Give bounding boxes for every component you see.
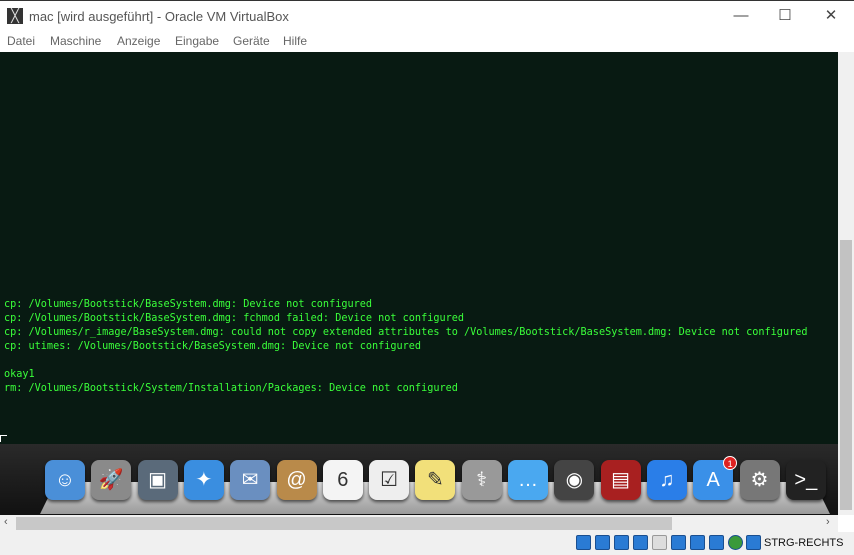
dock-reminders-icon[interactable]: ☑: [369, 460, 410, 500]
dock-facetime-icon[interactable]: ◉: [554, 460, 595, 500]
menu-maschine[interactable]: Maschine: [50, 34, 101, 48]
display-icon[interactable]: [671, 535, 686, 550]
maximize-button[interactable]: ☐: [770, 5, 800, 27]
status-bar: STRG-RECHTS: [0, 532, 854, 555]
menu-bar: Datei Maschine Anzeige Eingabe Geräte Hi…: [0, 32, 854, 52]
menu-eingabe[interactable]: Eingabe: [175, 34, 219, 48]
dock-app-store-icon[interactable]: A1: [693, 456, 738, 500]
terminal-line: rm: /Volumes/Bootstick/System/Installati…: [4, 383, 458, 394]
dock-calendar-icon[interactable]: 6: [322, 460, 363, 500]
shared-folder-icon[interactable]: [652, 535, 667, 550]
usb-icon[interactable]: [633, 535, 648, 550]
terminal-output: cp: /Volumes/Bootstick/BaseSystem.dmg: D…: [4, 298, 807, 396]
dock-mail-icon[interactable]: ✉: [230, 460, 271, 500]
host-key-label: STRG-RECHTS: [764, 537, 844, 549]
terminal-line: cp: /Volumes/Bootstick/BaseSystem.dmg: f…: [4, 313, 465, 324]
dock-launchpad-icon[interactable]: 🚀: [91, 460, 132, 500]
dock-contacts-icon[interactable]: @: [276, 460, 317, 500]
audio-icon[interactable]: [595, 535, 610, 550]
terminal-line: cp: /Volumes/Bootstick/BaseSystem.dmg: D…: [4, 299, 373, 310]
hard-disk-icon[interactable]: [576, 535, 591, 550]
terminal-line: okay1: [4, 369, 35, 380]
dock-disk-utility-icon[interactable]: ⚕: [461, 460, 502, 500]
dock-finder-icon[interactable]: ☺: [45, 460, 85, 500]
vertical-scroll-thumb[interactable]: [840, 240, 852, 510]
scroll-right-icon[interactable]: ›: [826, 516, 830, 528]
horizontal-scroll-thumb[interactable]: [16, 517, 672, 530]
menu-datei[interactable]: Datei: [7, 34, 35, 48]
network-icon[interactable]: [614, 535, 629, 550]
keyboard-capture-icon[interactable]: [746, 535, 761, 550]
mouse-cursor-icon: [0, 435, 7, 442]
terminal-line: cp: utimes: /Volumes/Bootstick/BaseSyste…: [4, 341, 422, 352]
terminal-line: cp: /Volumes/r_image/BaseSystem.dmg: cou…: [4, 327, 808, 338]
dock-terminal-icon[interactable]: >_: [785, 460, 826, 500]
dock-itunes-icon[interactable]: ♫: [646, 460, 687, 500]
virtualbox-app-icon: ╳: [7, 8, 23, 24]
dock-messages-icon[interactable]: …: [508, 460, 548, 500]
terminal-line: ​: [4, 354, 807, 368]
video-capture-icon[interactable]: [690, 535, 705, 550]
title-bar: ╳ mac [wird ausgeführt] - Oracle VM Virt…: [0, 0, 854, 32]
minimize-button[interactable]: —: [726, 5, 756, 27]
cpu-icon[interactable]: [709, 535, 724, 550]
close-button[interactable]: ✕: [816, 5, 846, 27]
horizontal-scrollbar[interactable]: ‹ ›: [0, 515, 838, 532]
dock-system-preferences-icon[interactable]: ⚙: [739, 460, 780, 500]
menu-anzeige[interactable]: Anzeige: [117, 34, 160, 48]
mouse-integration-icon[interactable]: [728, 535, 743, 550]
menu-geraete[interactable]: Geräte: [233, 34, 270, 48]
scroll-left-icon[interactable]: ‹: [4, 516, 8, 528]
window-title: mac [wird ausgeführt] - Oracle VM Virtua…: [29, 9, 289, 24]
dock-photo-booth-icon[interactable]: ▤: [600, 460, 641, 500]
dock-notes-icon[interactable]: ✎: [415, 460, 456, 500]
dock: ☺ 🚀 ▣ ✦ ✉ @6 ☑ ✎ ⚕… ◉ ▤ ♫ A 1 ⚙ >_: [0, 444, 838, 515]
menu-hilfe[interactable]: Hilfe: [283, 34, 307, 48]
notification-badge: 1: [723, 456, 738, 470]
vm-screen[interactable]: cp: /Volumes/Bootstick/BaseSystem.dmg: D…: [0, 52, 838, 515]
dock-iphoto-icon[interactable]: ▣: [137, 460, 178, 500]
vertical-scrollbar[interactable]: [838, 52, 854, 515]
dock-safari-icon[interactable]: ✦: [183, 460, 224, 500]
